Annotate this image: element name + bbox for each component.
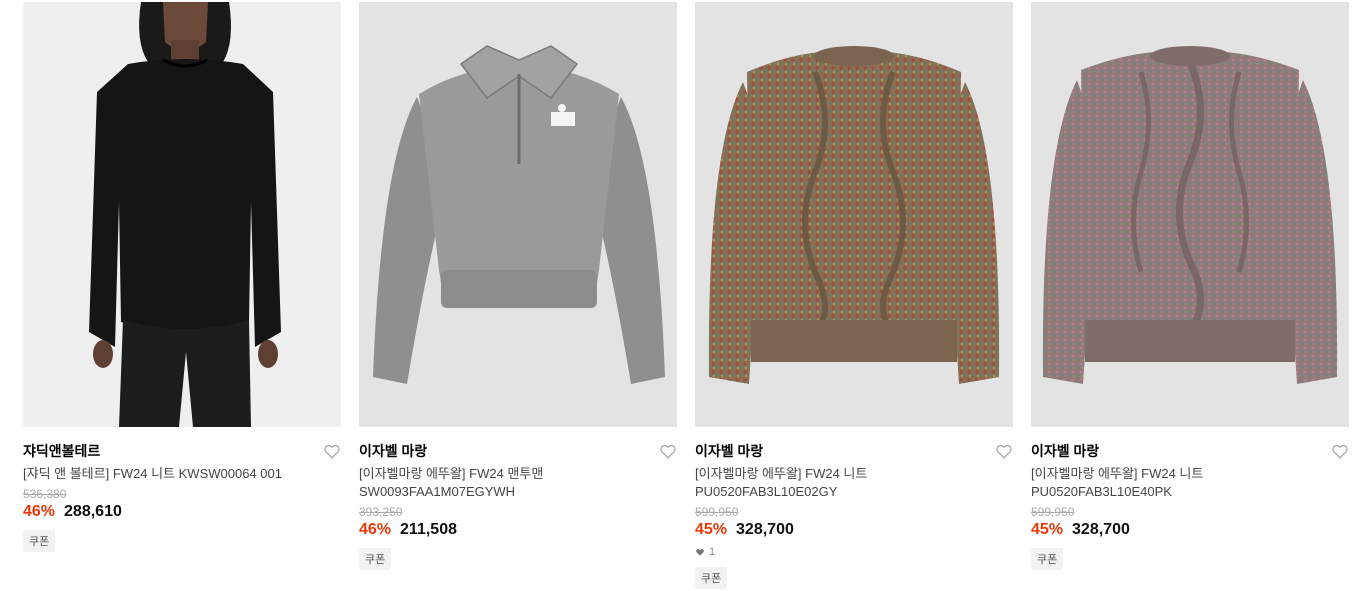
- brand-name[interactable]: 이자벨 마랑: [359, 441, 427, 461]
- product-card[interactable]: 이자벨 마랑 [이자벨마랑 에뚜왈] FW24 니트 PU0520FAB3L10…: [695, 2, 1013, 589]
- product-name[interactable]: [이자벨마랑 에뚜왈] FW24 니트 PU0520FAB3L10E02GY: [695, 465, 1013, 501]
- discount-rate: 46%: [359, 521, 392, 538]
- product-name[interactable]: [이자벨마랑 에뚜왈] FW24 니트 PU0520FAB3L10E40PK: [1031, 465, 1349, 501]
- grey-half-zip-sweatshirt-image: [359, 2, 677, 427]
- price-row: 45% 328,700: [1031, 521, 1349, 539]
- product-image[interactable]: [695, 2, 1013, 427]
- product-image[interactable]: [359, 2, 677, 427]
- product-card[interactable]: 쟈딕앤볼테르 [쟈딕 앤 볼테르] FW24 니트 KWSW00064 001 …: [23, 2, 341, 589]
- like-count: 1: [695, 546, 1013, 558]
- like-count-value: 1: [709, 546, 716, 558]
- coupon-badge: 쿠폰: [1031, 548, 1064, 570]
- price-row: 45% 328,700: [695, 521, 1013, 539]
- coupon-badge: 쿠폰: [695, 567, 728, 589]
- discount-rate: 46%: [23, 503, 56, 520]
- coupon-badge: 쿠폰: [23, 530, 56, 552]
- discount-rate: 45%: [695, 521, 728, 538]
- discount-rate: 45%: [1031, 521, 1064, 538]
- sale-price: 211,508: [400, 521, 457, 538]
- brand-name[interactable]: 이자벨 마랑: [695, 441, 763, 461]
- heart-icon[interactable]: [1331, 442, 1349, 460]
- product-card[interactable]: 이자벨 마랑 [이자벨마랑 에뚜왈] FW24 맨투맨 SW0093FAA1M0…: [359, 2, 677, 589]
- pink-cable-knit-sweater-image: [1031, 2, 1349, 427]
- original-price: 599,950: [1031, 505, 1075, 519]
- sale-price: 328,700: [1072, 521, 1130, 538]
- product-image[interactable]: [1031, 2, 1349, 427]
- original-price: 393,250: [359, 505, 403, 519]
- brand-name[interactable]: 이자벨 마랑: [1031, 441, 1099, 461]
- price-row: 46% 288,610: [23, 503, 341, 521]
- product-image[interactable]: [23, 2, 341, 427]
- sale-price: 288,610: [64, 503, 122, 520]
- multicolor-cable-knit-sweater-image: [695, 2, 1013, 427]
- black-sweater-model-image: [23, 2, 341, 427]
- original-price: 536,380: [23, 487, 67, 501]
- product-card[interactable]: 이자벨 마랑 [이자벨마랑 에뚜왈] FW24 니트 PU0520FAB3L10…: [1031, 2, 1349, 589]
- sale-price: 328,700: [736, 521, 794, 538]
- product-name[interactable]: [쟈딕 앤 볼테르] FW24 니트 KWSW00064 001: [23, 465, 341, 483]
- product-name[interactable]: [이자벨마랑 에뚜왈] FW24 맨투맨 SW0093FAA1M07EGYWH: [359, 465, 677, 501]
- heart-icon[interactable]: [995, 442, 1013, 460]
- heart-icon[interactable]: [323, 442, 341, 460]
- heart-filled-icon: [696, 548, 704, 556]
- heart-icon[interactable]: [659, 442, 677, 460]
- original-price: 599,950: [695, 505, 739, 519]
- price-row: 46% 211,508: [359, 521, 677, 539]
- coupon-badge: 쿠폰: [359, 548, 392, 570]
- product-grid: 쟈딕앤볼테르 [쟈딕 앤 볼테르] FW24 니트 KWSW00064 001 …: [23, 2, 1349, 589]
- brand-name[interactable]: 쟈딕앤볼테르: [23, 441, 100, 461]
